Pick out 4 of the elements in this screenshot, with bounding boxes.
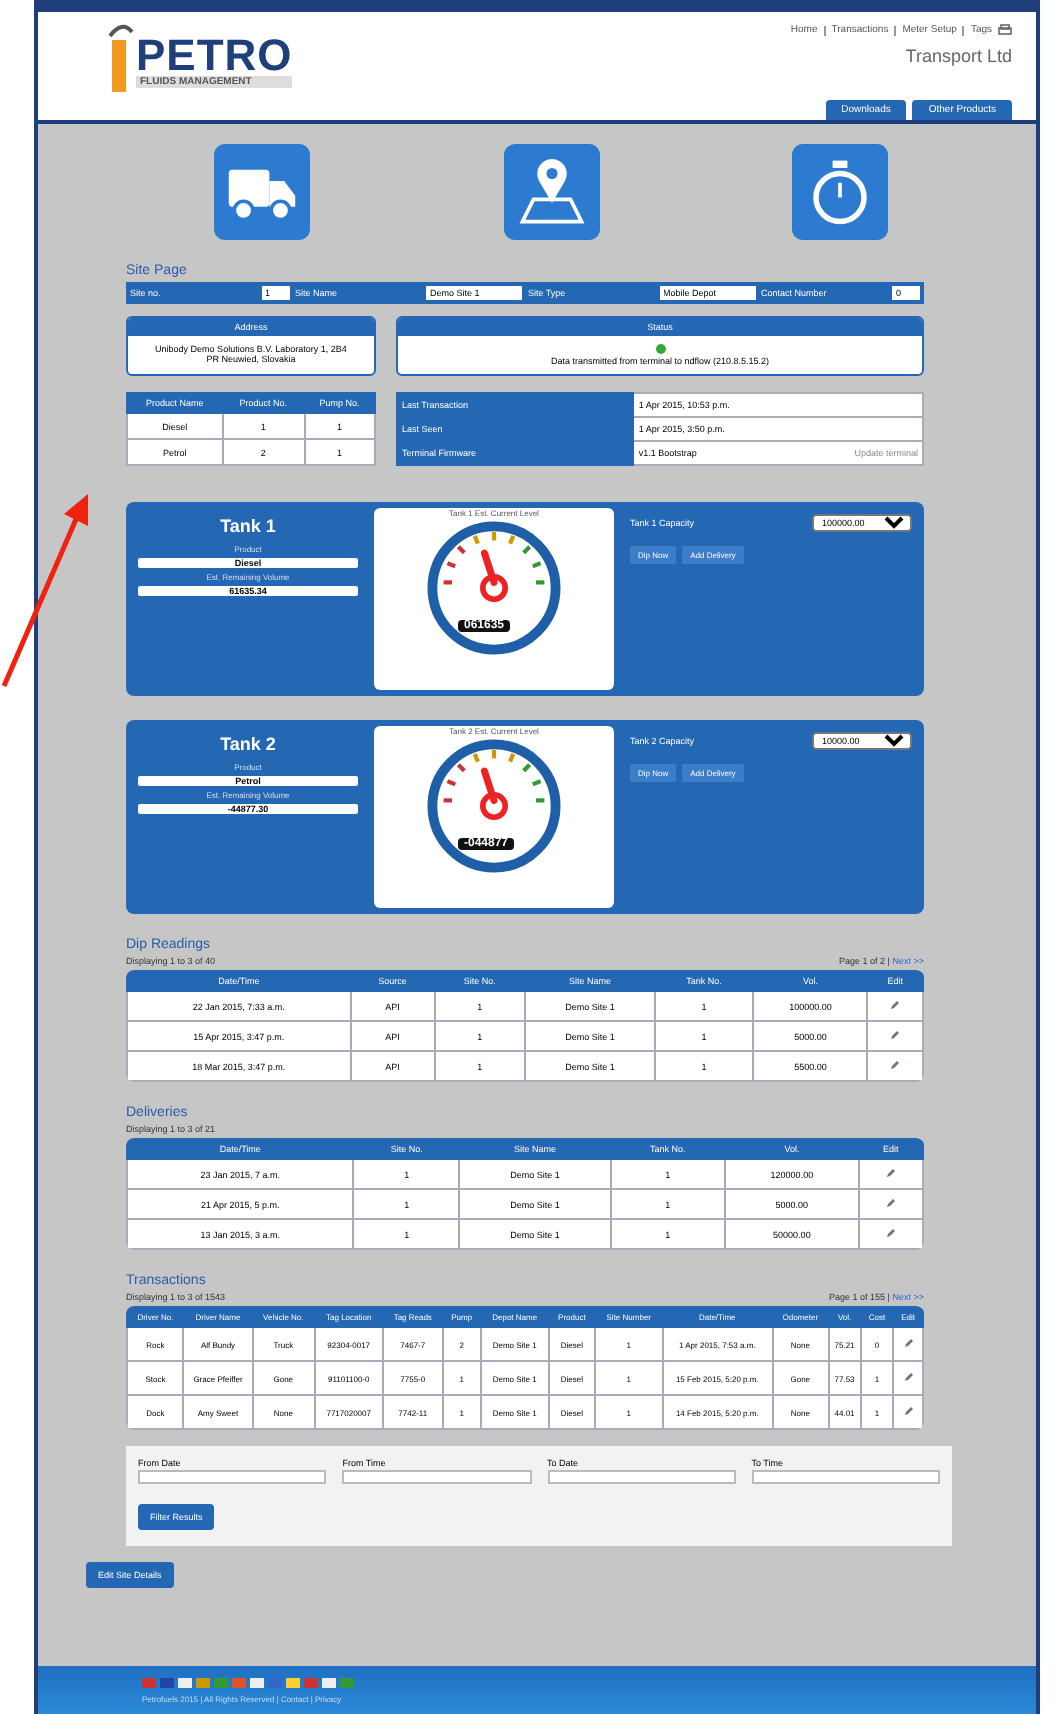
tank-title: Tank 1 (220, 516, 276, 536)
tank-title: Tank 2 (220, 734, 276, 754)
logo-wordmark: PETRO (136, 36, 293, 76)
company-name: Transport Ltd (905, 46, 1012, 66)
